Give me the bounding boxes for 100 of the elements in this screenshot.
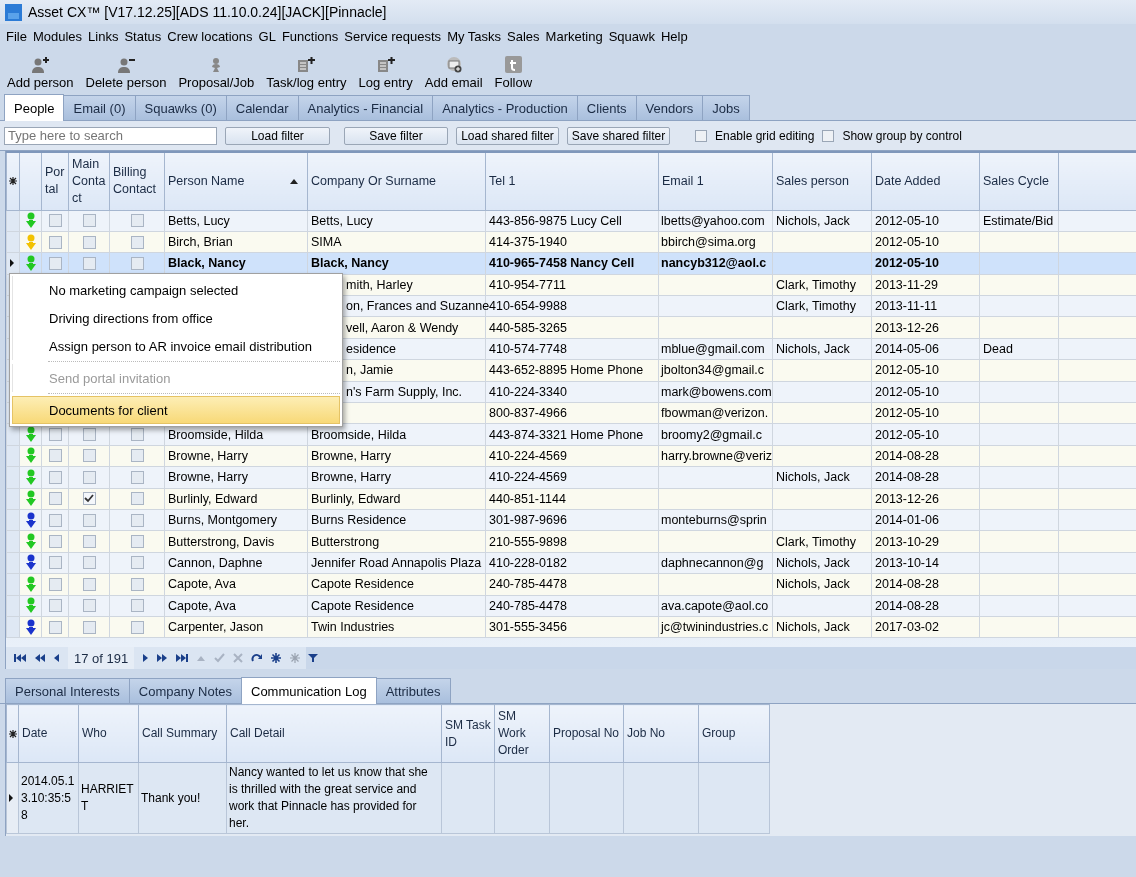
checkbox[interactable] <box>48 577 62 591</box>
menu-item[interactable]: Service requests <box>341 28 445 44</box>
checkbox[interactable] <box>130 256 144 270</box>
column-header[interactable]: Sales person <box>772 152 872 210</box>
column-header[interactable]: Proposal No <box>549 704 624 763</box>
checkbox[interactable] <box>48 513 62 527</box>
menu-item[interactable]: Help <box>657 28 691 44</box>
tab[interactable]: Jobs <box>702 95 750 120</box>
sparkle-icon[interactable] <box>289 653 301 663</box>
search-field[interactable]: Type here to search <box>4 126 217 145</box>
filter-button[interactable]: Load shared filter <box>456 126 559 145</box>
menu-item[interactable]: GL <box>255 28 279 44</box>
asterisk-icon[interactable] <box>271 653 282 663</box>
column-header[interactable]: SM Task ID <box>441 704 495 763</box>
tab[interactable]: Attributes <box>375 678 451 703</box>
checkbox[interactable] <box>82 556 96 570</box>
column-header[interactable]: SM Work Order <box>494 704 550 763</box>
checkbox[interactable] <box>48 599 62 613</box>
checkbox[interactable] <box>695 129 707 142</box>
filter-button[interactable]: Load filter <box>225 126 330 145</box>
checkbox[interactable] <box>82 256 96 270</box>
checkbox[interactable] <box>82 428 96 442</box>
tab[interactable]: Email (0) <box>63 95 136 120</box>
column-header[interactable]: Group <box>698 704 770 763</box>
menu-item[interactable]: Crew locations <box>164 28 256 44</box>
checkbox[interactable] <box>48 470 62 484</box>
column-header[interactable]: Who <box>78 704 139 763</box>
menu-item[interactable]: Status <box>121 28 165 44</box>
menu-item[interactable]: Assign person to AR invoice email distribution <box>12 332 340 360</box>
tab[interactable]: People <box>4 94 65 121</box>
last-icon[interactable] <box>176 653 189 663</box>
toolbar-button[interactable]: Log entry <box>354 48 417 90</box>
column-header[interactable]: Main Contact <box>68 152 110 210</box>
tab[interactable]: Analytics - Financial <box>297 95 434 120</box>
menu-item[interactable]: Links <box>85 28 122 44</box>
checkbox[interactable] <box>48 256 62 270</box>
toolbar-button[interactable]: Delete person <box>81 48 171 90</box>
menu-item[interactable]: No marketing campaign selected <box>12 276 340 304</box>
next-icon[interactable] <box>142 653 150 663</box>
checkbox[interactable] <box>130 235 144 249</box>
column-header[interactable]: Email 1 <box>658 152 773 210</box>
check-icon[interactable] <box>214 653 226 663</box>
tab[interactable]: Personal Interests <box>5 678 130 703</box>
first-icon[interactable] <box>14 653 26 663</box>
filter-icon[interactable] <box>308 653 319 663</box>
checkbox[interactable] <box>82 449 96 463</box>
menu-item[interactable]: Documents for client <box>12 396 340 424</box>
checkbox[interactable] <box>130 492 144 506</box>
redo-icon[interactable] <box>251 653 264 663</box>
column-header[interactable]: Person Name <box>164 152 308 210</box>
menu-item[interactable]: Marketing <box>542 28 606 44</box>
toolbar-button[interactable]: Add email <box>420 48 487 90</box>
column-header[interactable]: Billing Contact <box>109 152 165 210</box>
checkbox[interactable] <box>130 214 144 228</box>
column-header[interactable]: Sales Cycle <box>979 152 1058 210</box>
checkbox[interactable] <box>130 470 144 484</box>
checkbox[interactable] <box>82 535 96 549</box>
tab[interactable]: Clients <box>576 95 637 120</box>
checkbox[interactable] <box>48 235 62 249</box>
checkbox[interactable] <box>48 449 62 463</box>
checkbox[interactable] <box>82 599 96 613</box>
checkbox[interactable] <box>48 535 62 549</box>
menu-item[interactable]: Sales <box>504 28 543 44</box>
checkbox[interactable] <box>48 556 62 570</box>
menu-item[interactable]: Modules <box>29 28 86 44</box>
column-header[interactable]: Job No <box>623 704 699 763</box>
checkbox[interactable] <box>130 556 144 570</box>
checkbox[interactable] <box>130 428 144 442</box>
tab[interactable]: Communication Log <box>241 677 377 704</box>
filter-button[interactable]: Save shared filter <box>567 126 670 145</box>
tab[interactable]: Calendar <box>225 95 299 120</box>
checkbox[interactable] <box>82 470 96 484</box>
checkbox[interactable] <box>82 513 96 527</box>
checkbox[interactable] <box>130 535 144 549</box>
fast-forward-icon[interactable] <box>157 653 169 663</box>
checkbox[interactable] <box>822 129 835 142</box>
menu-item[interactable]: My Tasks <box>444 28 505 44</box>
column-header[interactable]: Call Detail <box>226 704 442 763</box>
tab[interactable]: Company Notes <box>128 678 242 703</box>
column-header[interactable]: Portal <box>41 152 69 210</box>
column-header[interactable]: Tel 1 <box>485 152 659 210</box>
checkbox[interactable] <box>82 235 96 249</box>
checkbox[interactable] <box>130 620 144 634</box>
tab[interactable]: Vendors <box>635 95 704 120</box>
rewind-icon[interactable] <box>34 653 45 663</box>
menu-item[interactable]: File <box>3 28 30 44</box>
toolbar-button[interactable]: Add person <box>3 48 78 90</box>
menu-item[interactable]: Squawk <box>605 28 658 44</box>
column-header[interactable]: Call Summary <box>138 704 227 763</box>
tab[interactable]: Squawks (0) <box>134 95 227 120</box>
column-header[interactable]: Date <box>18 704 79 763</box>
checkbox[interactable] <box>82 577 96 591</box>
checkbox[interactable] <box>48 428 62 442</box>
checkbox[interactable] <box>130 513 144 527</box>
checkbox[interactable] <box>48 214 62 228</box>
checkbox[interactable] <box>130 599 144 613</box>
checkbox[interactable] <box>130 449 144 463</box>
checkbox[interactable] <box>130 577 144 591</box>
tab[interactable]: Analytics - Production <box>432 95 578 120</box>
cancel-icon[interactable] <box>233 653 244 663</box>
